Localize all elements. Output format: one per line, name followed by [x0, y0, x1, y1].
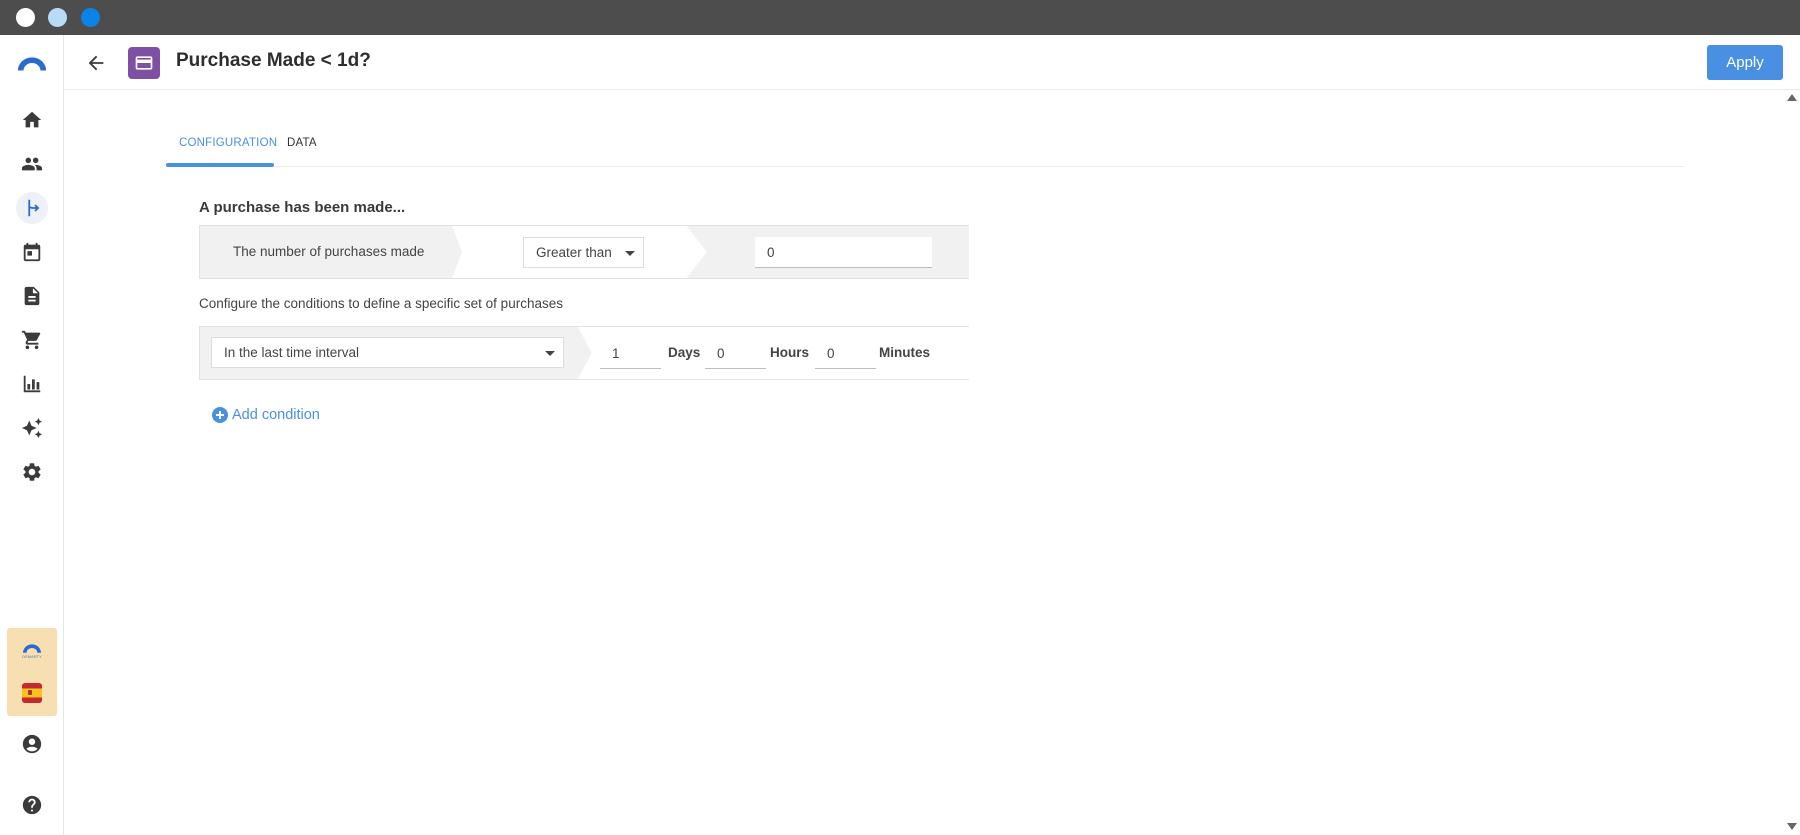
people-icon[interactable] [16, 148, 48, 180]
add-condition-label: Add condition [232, 407, 320, 423]
scroll-down-arrow-icon[interactable] [1787, 823, 1797, 830]
window-titlebar [0, 0, 1800, 35]
account-icon[interactable] [16, 728, 48, 760]
window-close-button[interactable] [16, 8, 35, 27]
hours-label: Hours [770, 345, 810, 360]
workspace-switcher[interactable]: DEMARTY [7, 628, 57, 716]
section-title: A purchase has been made... [199, 199, 406, 216]
window-maximize-button[interactable] [81, 8, 100, 27]
minutes-label: Minutes [879, 345, 931, 360]
calendar-icon[interactable] [16, 236, 48, 268]
spain-flag-icon [22, 683, 42, 703]
add-condition-button[interactable]: Add condition [212, 407, 320, 423]
tab-bar: CONFIGURATION DATA [166, 125, 1684, 167]
gear-icon[interactable] [16, 456, 48, 488]
workspace-logo: DEMARTY [20, 642, 44, 666]
comparator-select[interactable]: Greater than [523, 237, 644, 268]
scroll-up-arrow-icon[interactable] [1787, 94, 1797, 101]
arrow-left-icon [88, 55, 104, 71]
tab-data[interactable]: DATA [287, 137, 317, 149]
cart-icon[interactable] [16, 324, 48, 356]
back-button[interactable] [82, 49, 110, 77]
dropdown-caret-icon [545, 351, 555, 356]
time-interval-condition: In the last time interval Days Hours Min… [199, 326, 969, 380]
sidebar: DEMARTY [0, 35, 64, 835]
hours-input[interactable] [705, 338, 766, 369]
dropdown-caret-icon [625, 251, 635, 256]
minutes-input[interactable] [815, 338, 876, 369]
configure-description: Configure the conditions to define a spe… [199, 296, 563, 311]
window-minimize-button[interactable] [48, 8, 67, 27]
workspace-logo-text: DEMARTY [22, 654, 42, 659]
time-condition-value: In the last time interval [224, 345, 360, 360]
comparator-value: Greater than [536, 245, 612, 260]
apply-button[interactable]: Apply [1707, 45, 1783, 80]
page-header: Purchase Made < 1d? Apply [64, 35, 1800, 90]
add-circle-icon [212, 407, 228, 423]
tab-configuration[interactable]: CONFIGURATION [179, 137, 277, 149]
bar-chart-icon[interactable] [16, 368, 48, 400]
purchase-node-icon [128, 47, 160, 79]
sparkle-icon[interactable] [16, 412, 48, 444]
days-input[interactable] [600, 338, 661, 369]
purchase-count-condition: The number of purchases made Greater tha… [199, 225, 969, 279]
document-icon[interactable] [16, 280, 48, 312]
time-condition-select[interactable]: In the last time interval [211, 337, 564, 368]
active-tab-indicator [166, 163, 274, 167]
app-logo-icon[interactable] [16, 47, 48, 79]
page-title: Purchase Made < 1d? [176, 50, 371, 71]
metric-label: The number of purchases made [233, 244, 425, 259]
home-icon[interactable] [16, 104, 48, 136]
journey-icon[interactable] [16, 192, 48, 224]
days-label: Days [668, 345, 701, 360]
threshold-input[interactable] [755, 237, 932, 268]
help-icon[interactable] [16, 789, 48, 821]
